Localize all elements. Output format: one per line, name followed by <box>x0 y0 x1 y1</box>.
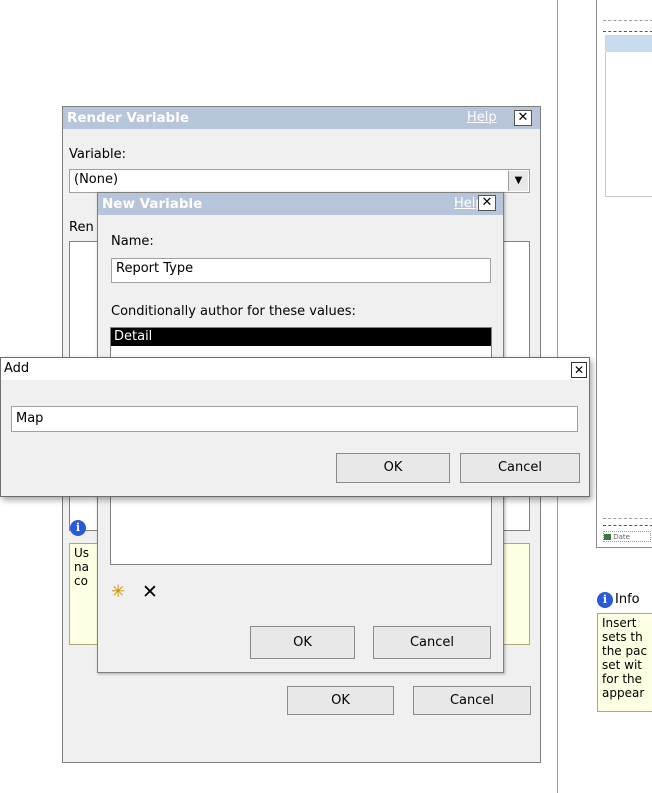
ok-button[interactable]: OK <box>250 626 355 659</box>
margin-guide-top <box>603 31 652 32</box>
cancel-button[interactable]: Cancel <box>373 626 491 659</box>
report-canvas: Date <box>596 0 652 548</box>
close-icon[interactable]: ✕ <box>514 110 532 126</box>
info-line: the pac <box>602 644 648 658</box>
date-field-label: Date <box>613 533 630 541</box>
ok-button[interactable]: OK <box>287 686 394 715</box>
variable-label: Variable: <box>69 147 127 162</box>
variable-select-value: (None) <box>74 172 119 187</box>
selected-block[interactable] <box>605 35 652 52</box>
info-line: for the <box>602 672 643 686</box>
name-input[interactable]: Report Type <box>111 258 491 283</box>
info-line: Insert <box>602 616 637 630</box>
dialog-title: New Variable <box>102 196 203 212</box>
add-titlebar: Add <box>1 358 589 380</box>
page-footer-guide <box>603 518 652 519</box>
info-line: sets th <box>602 630 643 644</box>
render-label: Ren <box>69 220 94 235</box>
page-header-guide <box>603 20 652 21</box>
calendar-icon <box>604 534 611 540</box>
add-dialog: Add ✕ Map OK Cancel <box>0 357 590 497</box>
content-area[interactable] <box>605 52 652 197</box>
chevron-down-icon[interactable]: ▼ <box>508 171 528 191</box>
info-panel-text: Insert sets th the pac set wit for the a… <box>597 613 652 712</box>
new-value-icon[interactable]: ✳ <box>111 582 131 602</box>
name-label: Name: <box>111 234 154 249</box>
ok-button[interactable]: OK <box>336 453 450 483</box>
info-panel-title: Info <box>615 592 640 607</box>
help-link[interactable]: Help <box>467 110 497 125</box>
list-item[interactable]: Detail <box>111 328 491 346</box>
values-label: Conditionally author for these values: <box>111 304 356 319</box>
info-line: appear <box>602 686 645 700</box>
info-icon: i <box>70 520 86 536</box>
cancel-button[interactable]: Cancel <box>460 453 580 483</box>
new-variable-titlebar: New Variable <box>98 193 503 215</box>
date-field[interactable]: Date <box>603 531 651 542</box>
dialog-title: Render Variable <box>67 110 190 126</box>
delete-icon[interactable]: ✕ <box>142 582 162 602</box>
value-input[interactable]: Map <box>11 406 578 432</box>
close-icon[interactable]: ✕ <box>478 195 496 211</box>
close-icon[interactable]: ✕ <box>571 362 587 378</box>
margin-guide-bottom <box>603 525 652 526</box>
info-line: set wit <box>602 658 643 672</box>
dialog-title: Add <box>4 361 30 376</box>
info-icon: i <box>597 592 613 608</box>
cancel-button[interactable]: Cancel <box>413 686 531 715</box>
variable-select[interactable]: (None) ▼ <box>69 169 530 193</box>
